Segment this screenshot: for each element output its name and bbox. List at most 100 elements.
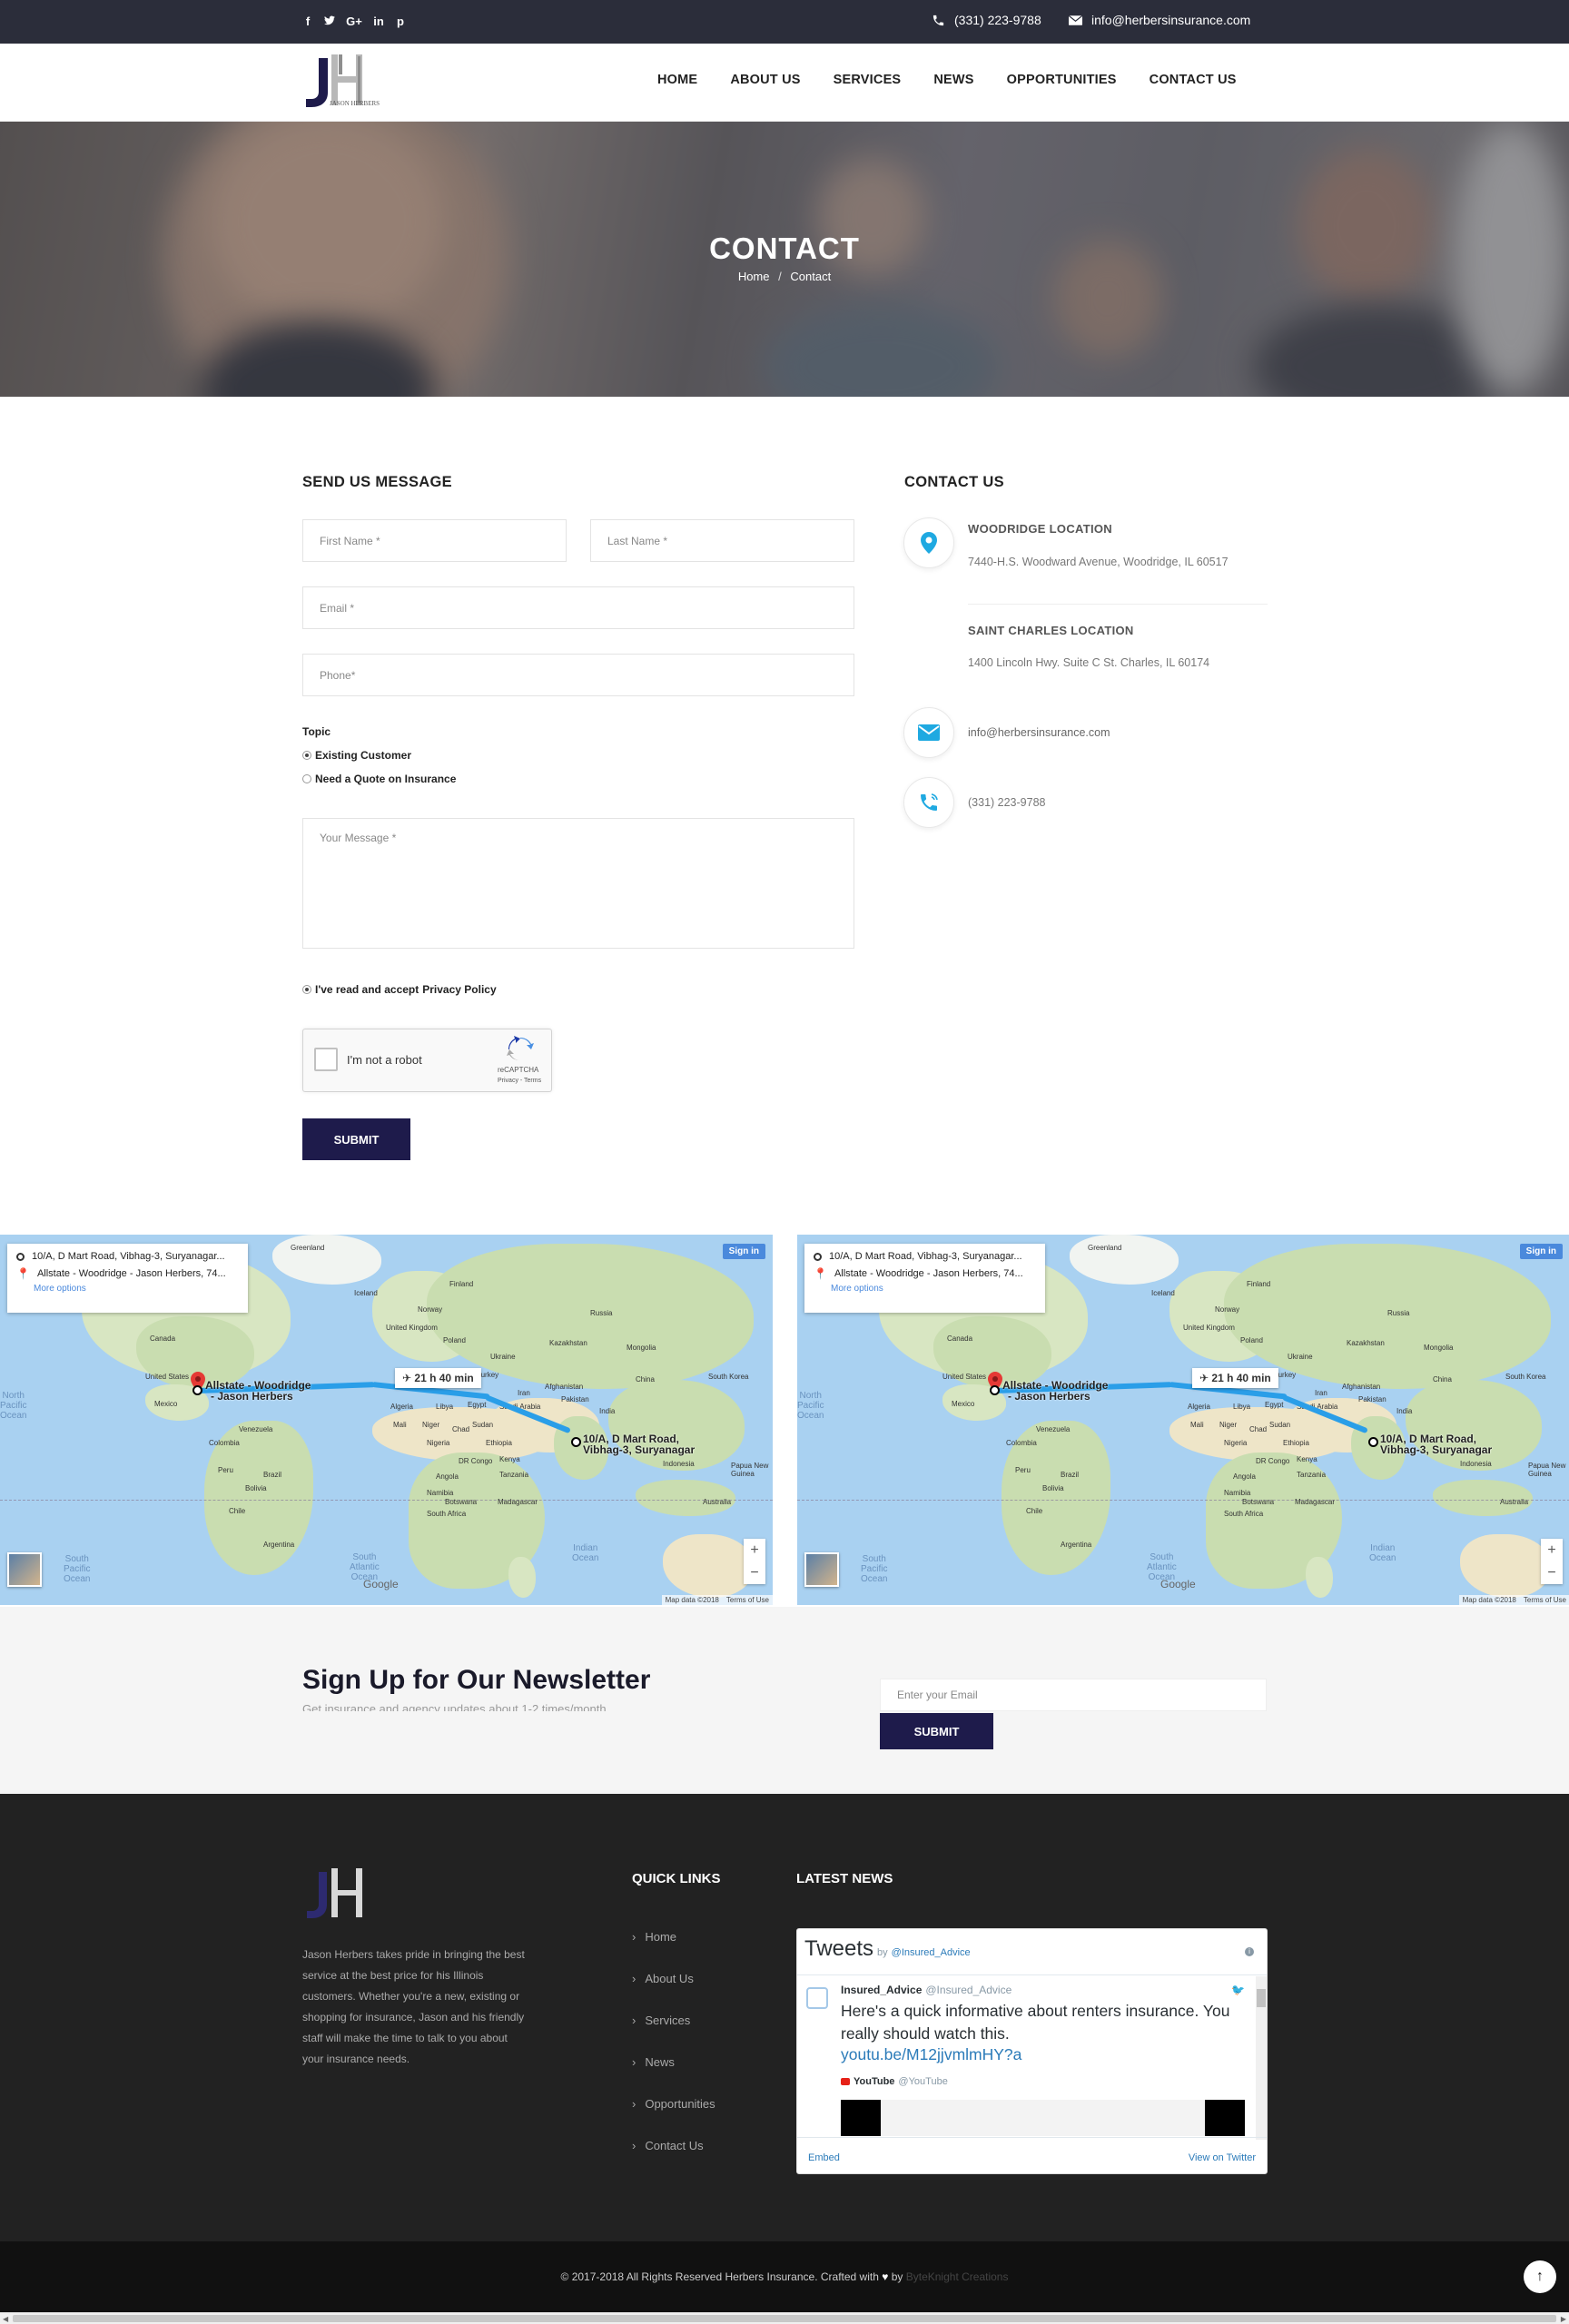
scroll-left-icon[interactable]: ◀ [3,2315,8,2323]
nav-news[interactable]: NEWS [933,73,973,87]
contact-email[interactable]: info@herbersinsurance.com [968,726,1110,739]
directions-panel[interactable]: 10/A, D Mart Road, Vibhag-3, Suryanagar.… [7,1244,248,1313]
tweet-link[interactable]: youtu.be/M12jjvmlmHY?a [841,2045,1021,2064]
recaptcha-checkbox[interactable] [314,1048,338,1071]
route-duration[interactable]: ✈ 21 h 40 min [1192,1368,1278,1388]
map-terms-link[interactable]: Terms of Use [1524,1596,1566,1604]
route-start-icon [990,1385,1000,1395]
divider [968,604,1268,605]
more-options-link[interactable]: More options [831,1284,1036,1294]
horizontal-scrollbar[interactable]: ◀ ▶ [0,2312,1569,2324]
twitter-icon[interactable] [324,15,335,28]
topbar-phone[interactable]: (331) 223-9788 [932,13,1041,27]
map-sign-in-button[interactable]: Sign in [722,1244,765,1259]
video-thumbnail[interactable] [841,2100,1245,2136]
privacy-consent[interactable]: I've read and accept Privacy Policy [302,983,497,996]
map-country-label: Madagascar [1295,1498,1336,1506]
newsletter-email-input[interactable]: Enter your Email [880,1679,1267,1711]
map-zoom-controls[interactable]: + − [1541,1539,1563,1584]
info-icon[interactable]: i [1245,1947,1254,1956]
map-sign-in-button[interactable]: Sign in [1519,1244,1563,1259]
map-country-label: Colombia [1006,1439,1037,1447]
map-country-label: Angola [436,1472,459,1481]
first-name-input[interactable]: First Name * [302,519,567,562]
satellite-toggle[interactable] [804,1552,839,1587]
crafter-link[interactable]: ByteKnight Creations [906,2270,1009,2283]
footer-link-services[interactable]: › Services [632,2014,715,2027]
last-name-input[interactable]: Last Name * [590,519,854,562]
recaptcha-links[interactable]: Privacy - Terms [498,1078,541,1084]
avatar[interactable] [806,1987,828,2009]
map-terms-link[interactable]: Terms of Use [726,1596,769,1604]
map-country-label: Indonesia [1460,1460,1492,1468]
zoom-in-button[interactable]: + [750,1542,758,1559]
footer-link-about-us[interactable]: › About Us [632,1972,715,1985]
map-left[interactable]: Greenland Finland Iceland Norway Russia Unite… [0,1235,773,1605]
zoom-out-button[interactable]: − [750,1565,758,1581]
route-duration[interactable]: ✈ 21 h 40 min [395,1368,481,1388]
map-ocean-label: South Pacific Ocean [64,1554,91,1584]
tweets-scrollbar[interactable] [1256,1976,1267,2140]
directions-panel[interactable]: 10/A, D Mart Road, Vibhag-3, Suryanagar.… [804,1244,1045,1313]
footer-link-opportunities[interactable]: › Opportunities [632,2097,715,2111]
radio-icon[interactable] [302,774,311,783]
map-country-label: Madagascar [498,1498,538,1506]
twitter-timeline[interactable]: Tweets by @Insured_Advice i Insured_Advi… [796,1928,1268,2174]
topbar-email[interactable]: info@herbersinsurance.com [1069,13,1250,27]
radio-icon[interactable] [302,751,311,760]
view-on-twitter-link[interactable]: View on Twitter [1189,2152,1256,2163]
nav-home[interactable]: HOME [657,73,697,87]
footer-link-contact-us[interactable]: › Contact Us [632,2139,715,2152]
form-heading: SEND US MESSAGE [302,474,452,490]
map-country-label: Botswana [1242,1498,1275,1506]
footer-link-news[interactable]: › News [632,2055,715,2069]
map-right[interactable]: Greenland Finland Iceland Norway Russia Unite… [797,1235,1569,1605]
footer-link-home[interactable]: › Home [632,1930,715,1944]
map-country-label: Egypt [468,1401,487,1409]
pinterest-icon[interactable]: p [395,15,406,28]
satellite-toggle[interactable] [7,1552,42,1587]
nav-contact-us[interactable]: CONTACT US [1150,73,1237,87]
zoom-out-button[interactable]: − [1547,1565,1555,1581]
nav-about-us[interactable]: ABOUT US [730,73,800,87]
embed-link[interactable]: Embed [808,2152,840,2163]
map-country-label: Namibia [1224,1489,1251,1497]
destination-map-label: Allstate - Woodridge - Jason Herbers [205,1379,311,1403]
tweet-user[interactable]: Insured_Advice [841,1984,922,1996]
map-country-label: South Africa [1224,1510,1264,1518]
tweet-source-handle: @YouTube [898,2076,948,2087]
more-options-link[interactable]: More options [34,1284,239,1294]
tweet-user-handle[interactable]: @Insured_Advice [925,1984,1011,1996]
form-submit-button[interactable]: SUBMIT [302,1118,410,1160]
site-logo[interactable]: JASON HERBERS [302,53,402,111]
newsletter-submit-button[interactable]: SUBMIT [880,1713,993,1749]
topic-option-existing-customer[interactable]: Existing Customer [302,749,411,762]
facebook-icon[interactable]: f [302,15,313,28]
breadcrumb-home[interactable]: Home [738,270,770,283]
map-country-label: Nigeria [1224,1439,1248,1447]
topic-option-need-quote[interactable]: Need a Quote on Insurance [302,773,456,785]
email-input[interactable]: Email * [302,586,854,629]
map-zoom-controls[interactable]: + − [744,1539,765,1584]
youtube-icon [841,2078,850,2085]
zoom-in-button[interactable]: + [1547,1542,1555,1559]
footer-link-label: Services [645,2014,691,2027]
radio-icon[interactable] [302,985,311,994]
privacy-policy-link[interactable]: Privacy Policy [422,983,496,996]
tweet-source: YouTube [854,2076,895,2087]
nav-opportunities[interactable]: OPPORTUNITIES [1007,73,1117,87]
footer-logo[interactable] [302,1866,407,1925]
footer-link-label: Home [645,1930,677,1944]
map-country-label: Kazakhstan [549,1339,587,1347]
google-plus-icon[interactable]: G+ [346,15,362,28]
linkedin-icon[interactable]: in [373,15,384,28]
back-to-top-button[interactable]: ↑ [1524,2260,1556,2293]
scroll-thumb[interactable] [13,2315,1556,2322]
scroll-right-icon[interactable]: ▶ [1561,2315,1566,2323]
contact-phone[interactable]: (331) 223-9788 [968,796,1045,809]
message-textarea[interactable]: Your Message * [302,818,854,949]
nav-services[interactable]: SERVICES [834,73,902,87]
map-country-label: Bolivia [245,1484,267,1492]
tweets-handle[interactable]: @Insured_Advice [892,1947,971,1958]
phone-input[interactable]: Phone* [302,654,854,696]
